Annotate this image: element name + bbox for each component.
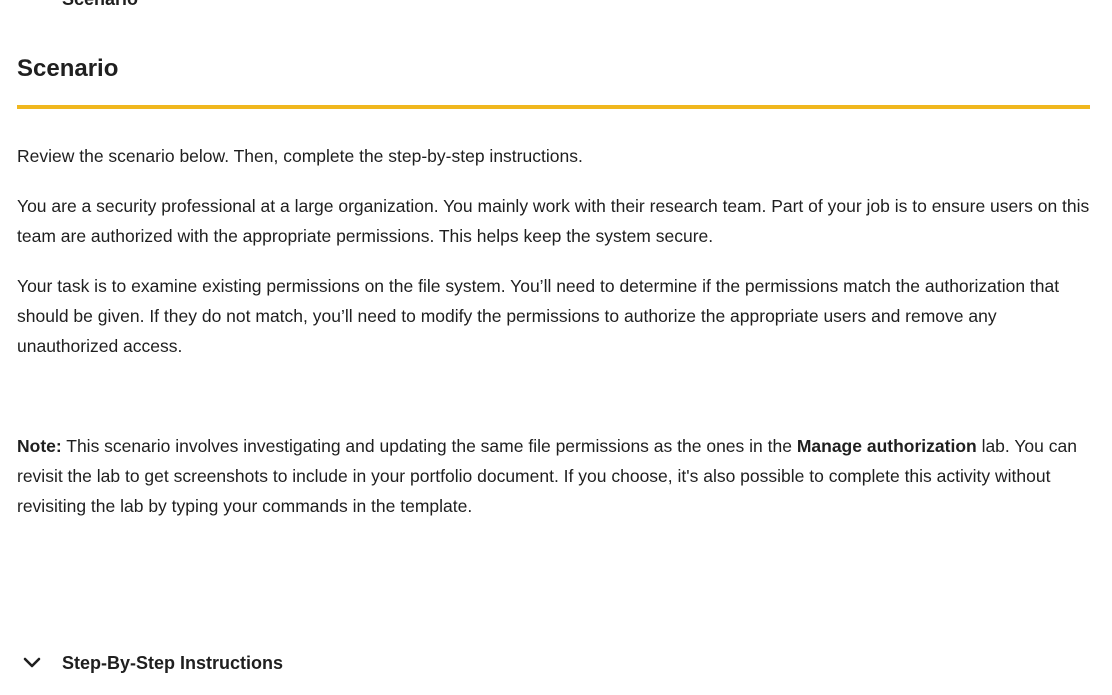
intro-paragraph: Review the scenario below. Then, complet… xyxy=(17,146,583,166)
context-paragraph: You are a security professional at a lar… xyxy=(17,196,1090,246)
previous-outline-item[interactable]: Scenario xyxy=(62,0,138,10)
section-title: Scenario xyxy=(17,55,119,82)
task-paragraph: Your task is to examine existing permiss… xyxy=(17,276,1060,356)
step-by-step-label: Step-By-Step Instructions xyxy=(62,652,284,673)
note-label: Note: xyxy=(17,436,62,456)
section-divider xyxy=(17,105,1090,109)
lab-name: Manage authorization xyxy=(796,436,977,456)
chevron-down-icon xyxy=(17,648,47,678)
note-paragraph: Note: This scenario involves investigati… xyxy=(17,431,1090,521)
step-by-step-toggle[interactable]: Step-By-Step Instructions xyxy=(17,648,283,678)
note-text-before: This scenario involves investigating and… xyxy=(61,436,797,456)
